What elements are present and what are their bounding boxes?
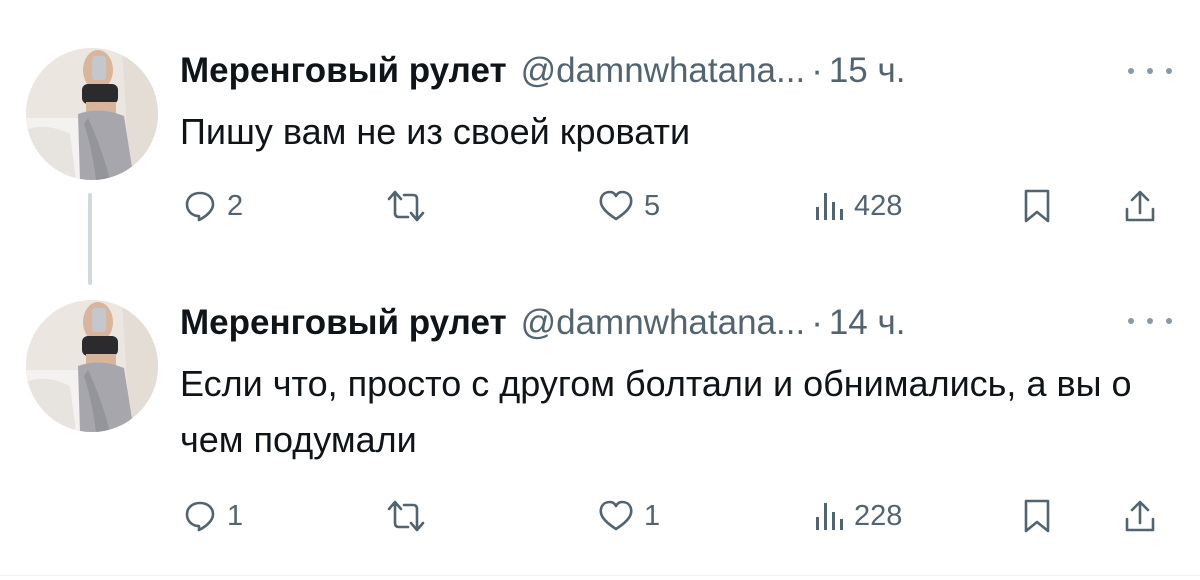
views-icon (816, 503, 843, 530)
retweet-icon (387, 500, 425, 532)
reply-icon (185, 501, 215, 532)
share-button[interactable] (1123, 492, 1157, 540)
author-handle[interactable]: @damnwhatana... (521, 303, 806, 343)
action-bar: 2 5 428 (0, 182, 1200, 230)
tweet-text: Если что, просто с другом болтали и обни… (180, 363, 1132, 460)
author-name[interactable]: Меренговый рулет (180, 51, 507, 91)
tweet-header: Меренговый рулет @damnwhatana... · 14 ч. (180, 301, 905, 345)
reply-count: 2 (227, 189, 244, 222)
reply-icon (185, 191, 215, 222)
action-bar: 1 1 228 (0, 492, 1200, 540)
separator: · (811, 51, 823, 90)
retweet-button[interactable] (386, 492, 426, 540)
views-count: 428 (854, 189, 903, 222)
tweet[interactable]: Меренговый рулет @damnwhatana... · 14 ч.… (0, 290, 1200, 580)
separator: · (811, 303, 823, 342)
bookmark-button[interactable] (1022, 492, 1052, 540)
more-icon[interactable] (1128, 311, 1172, 331)
avatar[interactable] (26, 300, 158, 432)
bookmark-button[interactable] (1022, 182, 1052, 230)
reply-count: 1 (227, 499, 244, 532)
heart-icon (599, 190, 633, 221)
share-icon (1125, 190, 1155, 222)
like-count: 1 (644, 499, 661, 532)
share-button[interactable] (1123, 182, 1157, 230)
author-handle[interactable]: @damnwhatana... (521, 51, 806, 91)
views-button[interactable]: 428 (814, 182, 902, 230)
author-name[interactable]: Меренговый рулет (180, 303, 507, 343)
like-button[interactable]: 1 (598, 492, 660, 540)
reply-button[interactable]: 1 (183, 492, 243, 540)
views-icon (816, 193, 843, 220)
retweet-icon (387, 190, 425, 222)
timestamp[interactable]: 15 ч. (829, 51, 906, 91)
tweet-header: Меренговый рулет @damnwhatana... · 15 ч. (180, 49, 905, 93)
more-icon[interactable] (1128, 61, 1172, 81)
divider (0, 575, 1200, 576)
like-button[interactable]: 5 (598, 182, 660, 230)
bookmark-icon (1024, 499, 1050, 533)
heart-icon (599, 500, 633, 531)
avatar[interactable] (26, 48, 158, 180)
like-count: 5 (644, 189, 661, 222)
share-icon (1125, 500, 1155, 532)
avatar-photo (26, 48, 158, 180)
bookmark-icon (1024, 189, 1050, 223)
reply-button[interactable]: 2 (183, 182, 243, 230)
views-button[interactable]: 228 (814, 492, 902, 540)
retweet-button[interactable] (386, 182, 426, 230)
avatar-photo (26, 300, 158, 432)
tweet-text: Пишу вам не из своей кровати (180, 111, 691, 152)
timestamp[interactable]: 14 ч. (829, 303, 906, 343)
views-count: 228 (854, 499, 903, 532)
tweet[interactable]: Меренговый рулет @damnwhatana... · 15 ч.… (0, 0, 1200, 290)
